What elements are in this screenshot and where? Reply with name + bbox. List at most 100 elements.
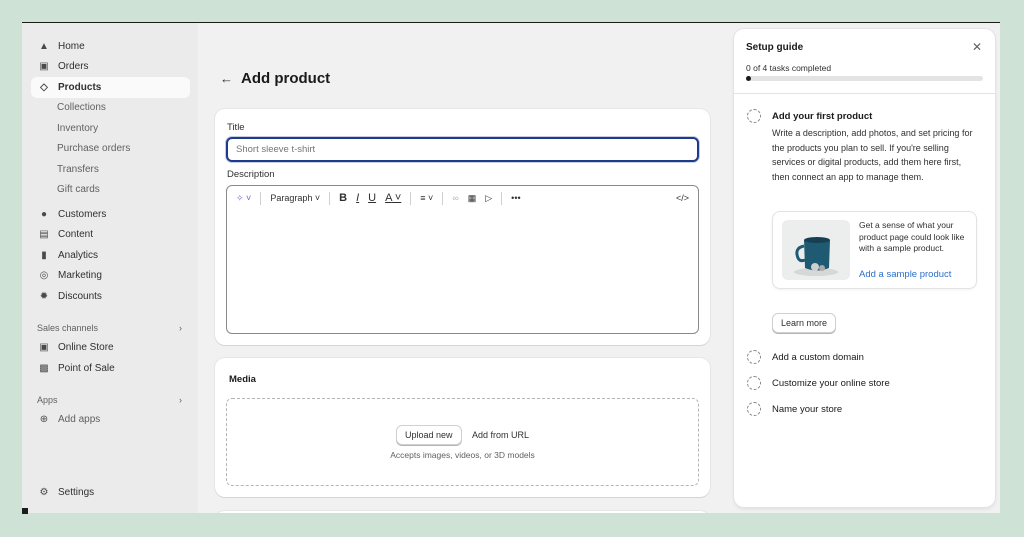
video-icon[interactable]: ▷ (485, 193, 492, 204)
chevron-right-icon: › (179, 322, 182, 333)
store-icon: ▣ (39, 342, 49, 354)
sidebar-item-label: Collections (57, 102, 106, 114)
sidebar-item-discounts[interactable]: ✹ Discounts (31, 286, 190, 307)
task-status-icon[interactable] (747, 109, 761, 123)
sidebar-item-collections[interactable]: Collections (31, 98, 190, 119)
admin-window: ▲ Home ▣ Orders ◇ Products Collections I… (22, 22, 1000, 513)
person-icon: ● (40, 208, 48, 220)
paragraph-format-dropdown[interactable]: Paragraph ˅ (270, 193, 320, 203)
sales-channels-label: Sales channels (37, 322, 99, 333)
sidebar-item-label: Add apps (58, 414, 101, 426)
editor-toolbar: ✧ ˅ Paragraph ˅ B I U A ˅ ≡ ˅ ∞ ▦ ▷ ••• (227, 186, 698, 210)
align-left-icon[interactable]: ≡ ˅ (420, 193, 433, 203)
discount-icon: ✹ (39, 290, 49, 302)
text-color-label: A (385, 192, 392, 204)
sidebar-item-label: Point of Sale (58, 362, 115, 374)
sidebar-item-transfers[interactable]: Transfers (31, 159, 190, 180)
sidebar-item-inventory[interactable]: Inventory (31, 118, 190, 139)
apps-header[interactable]: Apps › (37, 390, 182, 410)
sidebar-item-gift-cards[interactable]: Gift cards (31, 180, 190, 201)
description-label: Description (227, 169, 275, 180)
sidebar-item-label: Settings (58, 486, 95, 498)
back-arrow-icon[interactable]: ← (220, 71, 233, 86)
progress-text: 0 of 4 tasks completed (746, 63, 832, 73)
task-status-icon[interactable] (747, 350, 761, 364)
sidebar-item-label: Marketing (58, 270, 102, 282)
sidebar-item-label: Inventory (57, 122, 99, 134)
sidebar-item-label: Orders (58, 61, 89, 73)
pos-icon: ▩ (39, 362, 49, 374)
title-label: Title (227, 122, 245, 133)
apps-label: Apps (37, 394, 58, 405)
sidebar-item-label: Transfers (57, 163, 99, 175)
sidebar-item-purchase-orders[interactable]: Purchase orders (31, 139, 190, 160)
sidebar-item-add-apps[interactable]: ⊕ Add apps (31, 410, 190, 431)
sales-channels-header[interactable]: Sales channels › (37, 318, 182, 338)
sidebar-item-customers[interactable]: ● Customers (31, 204, 190, 225)
task-status-icon[interactable] (747, 402, 761, 416)
sidebar-item-online-store[interactable]: ▣ Online Store (31, 338, 190, 359)
code-view-icon[interactable]: </> (676, 193, 689, 203)
add-from-url-link[interactable]: Add from URL (472, 430, 529, 440)
close-icon[interactable]: ✕ (972, 40, 982, 54)
task-name-store[interactable]: Name your store (772, 404, 842, 415)
sidebar-item-marketing[interactable]: ◎ Marketing (31, 266, 190, 287)
tag-icon: ◇ (40, 81, 48, 93)
inbox-icon: ▣ (39, 61, 49, 73)
product-details-card: Title Description ✧ ˅ Paragraph ˅ B I U … (215, 109, 710, 345)
italic-button[interactable]: I (356, 192, 359, 204)
sample-product-card: Get a sense of what your product page co… (772, 211, 977, 289)
page-title: Add product (241, 70, 331, 87)
text-color-button[interactable]: A ˅ (385, 192, 401, 204)
sidebar-item-settings[interactable]: ⚙ Settings (31, 482, 190, 503)
sidebar-item-analytics[interactable]: ▮ Analytics (31, 245, 190, 266)
task-add-product[interactable]: Add your first product (772, 111, 872, 122)
sidebar-item-label: Analytics (58, 249, 99, 261)
sidebar-item-label: Discounts (58, 290, 102, 302)
sidebar-item-point-of-sale[interactable]: ▩ Point of Sale (31, 358, 190, 379)
media-card: Media Upload new Add from URL Accepts im… (215, 358, 710, 497)
sidebar-item-label: Online Store (58, 342, 114, 354)
sidebar-item-products[interactable]: ◇ Products (31, 77, 190, 98)
sidebar-item-label: Customers (58, 208, 107, 220)
bar-chart-icon: ▮ (41, 249, 47, 261)
media-title: Media (229, 374, 256, 385)
underline-button[interactable]: U (368, 192, 376, 204)
next-card (215, 511, 710, 513)
progress-fill (746, 76, 751, 81)
main-content: ← Add product Title Description ✧ ˅ Para… (198, 23, 734, 513)
title-input[interactable] (226, 137, 699, 162)
setup-guide-panel: Setup guide ✕ 0 of 4 tasks completed Add… (734, 29, 995, 507)
bold-button[interactable]: B (339, 192, 347, 204)
paragraph-label: Paragraph (270, 193, 313, 203)
task-customize-store[interactable]: Customize your online store (772, 378, 890, 389)
media-hint: Accepts images, videos, or 3D models (390, 450, 535, 460)
link-icon[interactable]: ∞ (452, 193, 458, 203)
add-sample-product-link[interactable]: Add a sample product (859, 269, 951, 280)
progress-bar (746, 76, 983, 81)
sidebar-item-orders[interactable]: ▣ Orders (31, 57, 190, 78)
mug-product-image (782, 220, 850, 280)
content-icon: ▤ (39, 229, 49, 241)
task-description: Write a description, add photos, and set… (772, 128, 973, 182)
more-options-icon[interactable]: ••• (511, 193, 520, 203)
upload-new-button[interactable]: Upload new (396, 425, 462, 445)
media-dropzone[interactable]: Upload new Add from URL Accepts images, … (226, 398, 699, 486)
sidebar: ▲ Home ▣ Orders ◇ Products Collections I… (22, 23, 198, 513)
task-status-icon[interactable] (747, 376, 761, 390)
sidebar-item-label: Products (58, 81, 102, 93)
magic-sparkle-icon[interactable]: ✧ ˅ (236, 193, 251, 204)
setup-guide-title: Setup guide (746, 42, 804, 53)
target-icon: ◎ (39, 270, 49, 282)
task-custom-domain[interactable]: Add a custom domain (772, 352, 864, 363)
sidebar-item-label: Home (58, 40, 85, 52)
plus-circle-icon: ⊕ (39, 414, 49, 426)
sidebar-item-home[interactable]: ▲ Home (31, 36, 190, 57)
sidebar-item-label: Purchase orders (57, 143, 131, 155)
sidebar-item-content[interactable]: ▤ Content (31, 225, 190, 246)
image-icon[interactable]: ▦ (468, 193, 477, 204)
sidebar-item-label: Content (58, 229, 94, 241)
learn-more-button[interactable]: Learn more (772, 313, 837, 333)
description-editor[interactable]: ✧ ˅ Paragraph ˅ B I U A ˅ ≡ ˅ ∞ ▦ ▷ ••• (226, 185, 699, 334)
chevron-right-icon: › (179, 394, 182, 405)
